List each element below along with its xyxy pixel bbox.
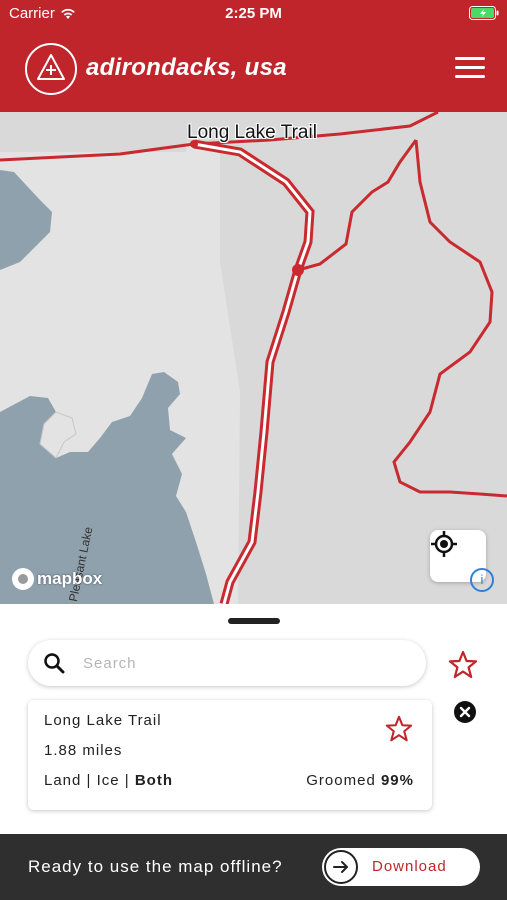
trail-name: Long Lake Trail [44, 712, 162, 729]
status-time: 2:25 PM [225, 5, 282, 22]
bottom-sheet: Long Lake Trail 1.88 miles Land | Ice | … [0, 604, 507, 834]
favorites-star-icon[interactable] [447, 649, 479, 681]
trail-map-label: Long Lake Trail [187, 122, 317, 143]
trail-junction [292, 264, 304, 276]
surface-type-options: Land | Ice | [44, 772, 135, 789]
mapbox-label: mapbox [37, 569, 103, 588]
triangle-compass-icon[interactable] [24, 42, 78, 96]
mapbox-attribution[interactable]: mapbox [12, 568, 102, 590]
crosshair-locate-icon [431, 531, 457, 557]
close-circle-icon[interactable] [453, 700, 477, 724]
search-input[interactable] [83, 654, 383, 672]
surface-type-selected: Both [134, 772, 173, 789]
search-bar[interactable] [28, 640, 426, 686]
offline-prompt: Ready to use the map offline? [28, 857, 283, 876]
favorite-star-icon[interactable] [384, 714, 414, 744]
map-info-button[interactable]: i [470, 568, 494, 592]
download-label: Download [372, 858, 447, 875]
download-button[interactable]: Download [322, 848, 480, 886]
hamburger-menu-icon[interactable] [455, 57, 485, 81]
app-header: adirondacks, usa [0, 28, 507, 112]
arrow-right-icon [324, 850, 358, 884]
mapbox-logo-icon [12, 568, 34, 590]
offline-banner: Ready to use the map offline? Download [0, 834, 507, 900]
trail-info-card[interactable]: Long Lake Trail 1.88 miles Land | Ice | … [28, 700, 432, 810]
groomed-label: Groomed [306, 772, 381, 789]
groomed-status: Groomed 99% [306, 772, 414, 789]
brand-wordmark: adirondacks, usa [86, 54, 287, 81]
status-bar: Carrier 2:25 PM [0, 0, 507, 28]
groomed-value: 99% [380, 772, 414, 789]
trail-distance: 1.88 miles [44, 742, 123, 759]
battery-charging-icon [469, 6, 499, 20]
sheet-grabber-handle[interactable] [228, 618, 280, 624]
trail-surface-type: Land | Ice | Both [44, 772, 173, 789]
search-icon [44, 653, 65, 674]
map-view[interactable]: Long Lake Trail Pleasant Lake mapbox i [0, 112, 507, 604]
